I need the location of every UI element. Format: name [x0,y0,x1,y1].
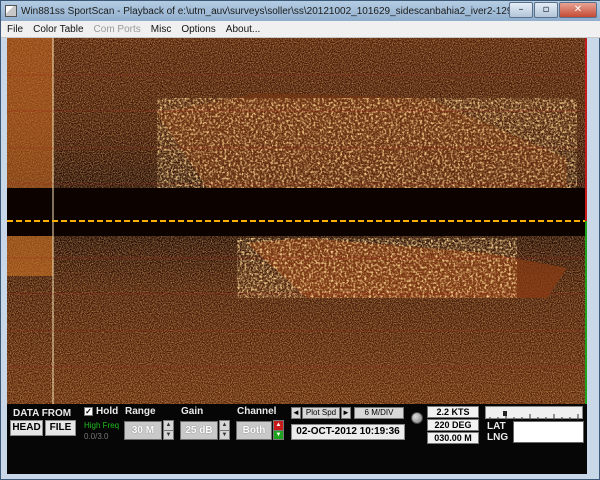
gain-up-icon[interactable]: ▲ [220,421,229,430]
window-controls: – ▫ ✕ [509,2,597,18]
depth-display: 030.00 M [427,432,479,444]
control-panel: DATA FROM HEAD FILE ✓ Hold High Freq 0.0… [7,404,587,474]
gain-label: Gain [181,406,204,417]
range-down-icon[interactable]: ▼ [164,430,173,439]
close-button[interactable]: ✕ [559,2,597,18]
channel-up-icon[interactable]: ▲ [274,421,283,430]
title-bar[interactable]: Win881ss SportScan - Playback of e:\utm_… [1,1,600,21]
head-button[interactable]: HEAD [10,420,43,436]
high-freq-value: 0.0/3.0 [84,432,109,441]
file-button[interactable]: FILE [45,420,76,436]
datetime-display: 02-OCT-2012 10:19:36 [291,424,405,440]
gain-spinner[interactable]: ▲ ▼ [219,420,230,440]
maximize-button[interactable]: ▫ [534,2,558,18]
menu-misc[interactable]: Misc [151,24,172,35]
adjust-knob[interactable] [411,412,423,424]
window-title: Win881ss SportScan - Playback of e:\utm_… [21,5,521,17]
starboard-channel-indicator [585,221,587,404]
sidescan-image[interactable] [7,38,587,404]
speed-display: 2.2 KTS [427,406,479,418]
channel-down-icon[interactable]: ▼ [274,430,283,439]
range-spinner[interactable]: ▲ ▼ [163,420,174,440]
hold-label: Hold [96,406,119,417]
channel-spinner[interactable]: ▲ ▼ [273,420,284,440]
port-channel-indicator [585,38,587,221]
menu-color-table[interactable]: Color Table [33,24,83,35]
menu-file[interactable]: File [7,24,23,35]
channel-label: Channel [237,406,277,417]
range-up-icon[interactable]: ▲ [164,421,173,430]
lat-lng-display [513,421,584,443]
menu-com-ports: Com Ports [93,23,141,35]
hold-checkbox[interactable]: ✓ [84,407,93,416]
app-icon [5,5,17,17]
scale-per-div: 6 M/DIV [354,407,404,419]
sonar-waterfall [7,38,585,404]
scale-ticks [489,411,579,420]
app-window: Win881ss SportScan - Playback of e:\utm_… [0,0,600,480]
gain-down-icon[interactable]: ▼ [220,430,229,439]
data-from-label: DATA FROM [13,408,72,419]
minimize-button[interactable]: – [509,2,533,18]
plot-speed-label: Plot Spd [302,407,340,419]
range-label: Range [125,406,156,417]
range-value: 30 M [124,421,162,440]
menu-about[interactable]: About... [226,24,260,35]
high-freq-label: High Freq [84,421,120,430]
heading-display: 220 DEG [427,419,479,431]
channel-value: Both [236,421,272,440]
plot-speed-left-icon[interactable]: ◄ [291,407,301,419]
plot-speed-right-icon[interactable]: ► [341,407,351,419]
menu-bar: File Color Table Com Ports Misc Options … [1,21,600,38]
position-scale [485,406,583,420]
lng-label: LNG [487,432,509,443]
lat-label: LAT [487,421,506,432]
gain-value: 25 dB [180,421,218,440]
menu-options[interactable]: Options [181,24,215,35]
